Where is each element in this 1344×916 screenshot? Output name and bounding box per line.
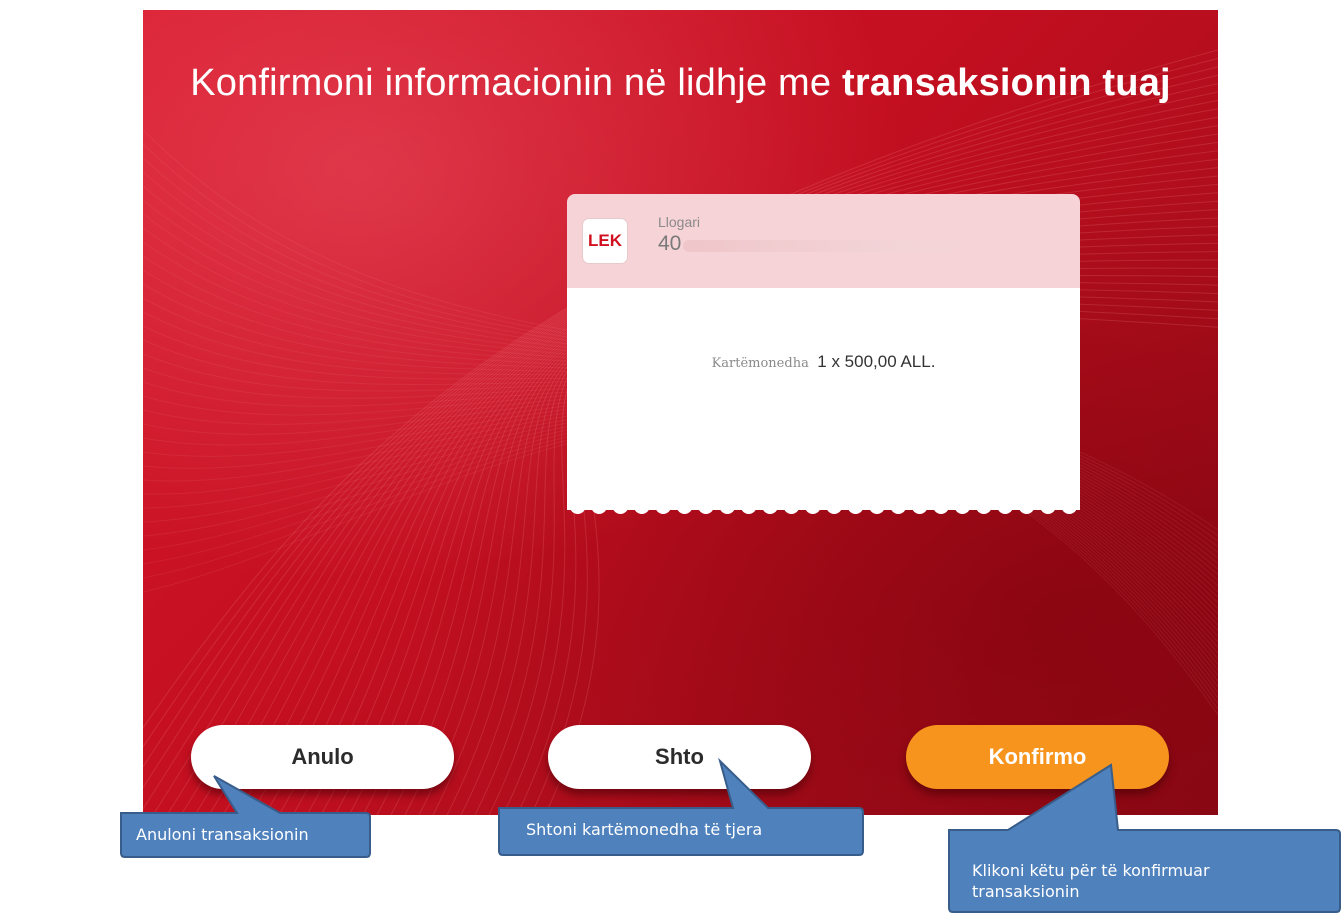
atm-screen: Konfirmoni informacionin në lidhje me tr… (143, 10, 1218, 815)
receipt-body: Kartëmonedha 1 x 500,00 ALL. (567, 288, 1080, 510)
confirm-callout-line1: Klikoni këtu për të konfirmuar (972, 861, 1210, 880)
lek-currency-icon: LEK (582, 218, 628, 264)
account-header: LEK Llogari 40 (567, 194, 1080, 288)
denomination-line: Kartëmonedha 1 x 500,00 ALL. (567, 352, 1080, 372)
page-title: Konfirmoni informacionin në lidhje me tr… (143, 62, 1218, 105)
confirm-callout-line2: transaksionin (972, 882, 1080, 901)
receipt-torn-edge (567, 502, 1080, 514)
transaction-receipt: LEK Llogari 40 Kartëmonedha 1 x 500,00 A… (567, 194, 1080, 519)
account-label: Llogari (658, 214, 701, 230)
account-number: 40 (658, 232, 682, 255)
denomination-label: Kartëmonedha (711, 356, 809, 371)
denomination-value: 1 x 500,00 ALL. (817, 352, 936, 371)
confirm-callout: Klikoni këtu për të konfirmuar transaksi… (948, 755, 1342, 915)
title-part1: Konfirmoni informacionin në lidhje me (190, 62, 832, 104)
add-callout: Shtoni kartëmonedha të tjera (498, 757, 866, 868)
cancel-callout: Anuloni transaksionin (120, 773, 372, 873)
cancel-callout-text: Anuloni transaksionin (136, 825, 309, 844)
title-part2: transaksionin tuaj (842, 62, 1171, 104)
account-number-redaction (683, 240, 995, 252)
add-callout-text: Shtoni kartëmonedha të tjera (526, 820, 763, 839)
